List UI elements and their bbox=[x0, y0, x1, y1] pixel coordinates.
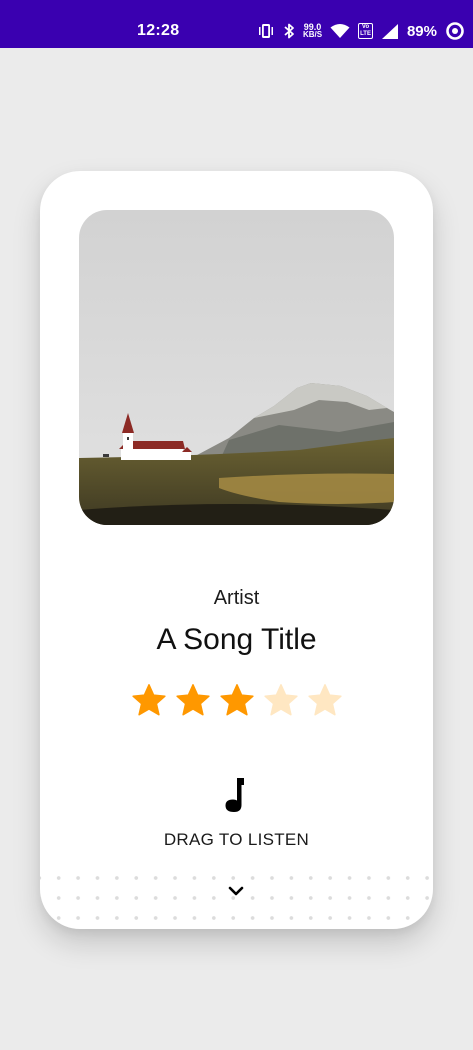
rating-stars[interactable] bbox=[40, 683, 433, 717]
music-note-icon bbox=[220, 775, 252, 815]
volte-icon: Vo LTE bbox=[358, 23, 373, 39]
battery-saver-icon bbox=[445, 21, 465, 41]
status-icons: 99.0 KB/S Vo LTE 89% bbox=[257, 18, 465, 44]
star-filled-icon[interactable] bbox=[131, 683, 167, 717]
star-filled-icon[interactable] bbox=[219, 683, 255, 717]
signal-icon bbox=[381, 23, 399, 40]
bluetooth-icon bbox=[283, 22, 295, 40]
artist-name: Artist bbox=[213, 587, 260, 609]
song-title: A Song Title bbox=[156, 623, 317, 656]
star-filled-icon[interactable] bbox=[175, 683, 211, 717]
vibrate-icon bbox=[257, 22, 275, 40]
network-speed-unit: KB/S bbox=[302, 30, 323, 39]
status-bar: 12:28 99.0 KB/S Vo LTE 89% bbox=[0, 0, 473, 48]
album-art bbox=[79, 210, 394, 525]
status-time: 12:28 bbox=[137, 22, 180, 39]
wifi-icon bbox=[330, 23, 350, 39]
drag-handle[interactable] bbox=[40, 868, 433, 929]
drag-to-listen-label: DRAG TO LISTEN bbox=[163, 830, 310, 849]
network-speed: 99.0 KB/S bbox=[303, 23, 322, 39]
chevron-down-icon[interactable] bbox=[228, 885, 244, 897]
star-empty-icon[interactable] bbox=[307, 683, 343, 717]
battery-percent: 89% bbox=[406, 22, 437, 40]
star-empty-icon[interactable] bbox=[263, 683, 299, 717]
player-card[interactable]: Artist A Song Title DRAG TO LISTEN bbox=[40, 171, 433, 929]
